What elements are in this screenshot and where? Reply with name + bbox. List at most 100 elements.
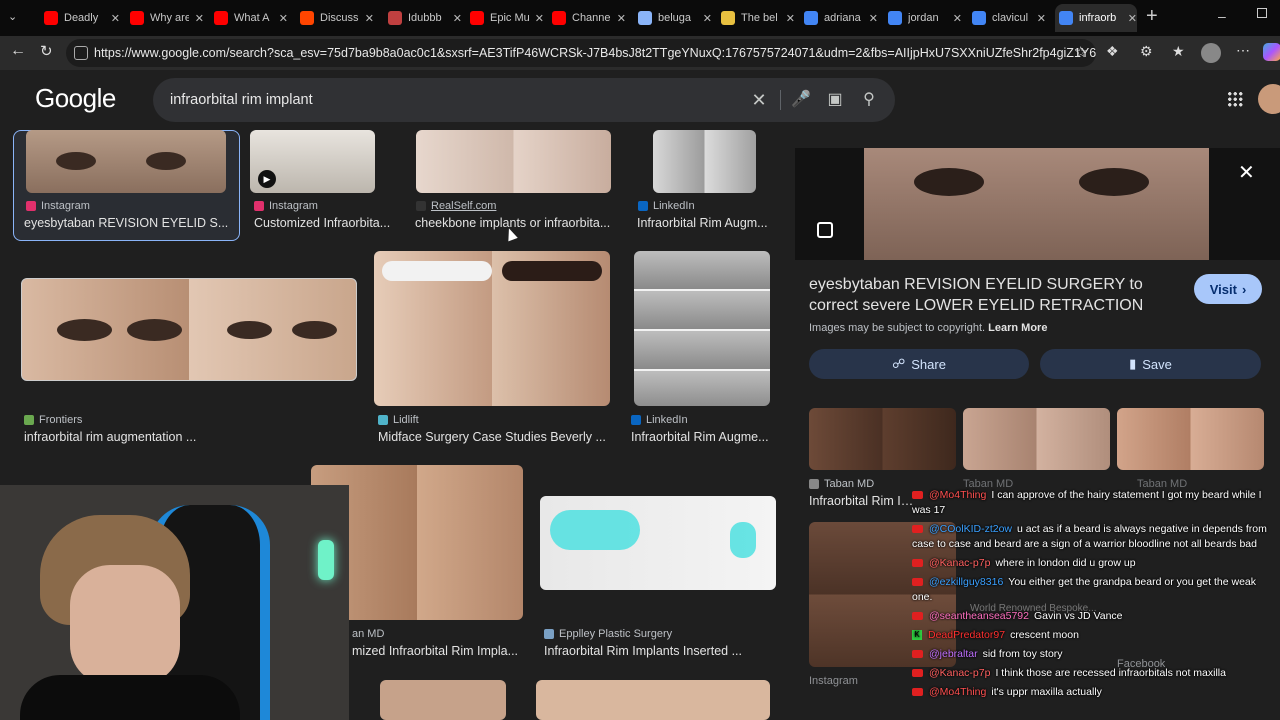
related-image[interactable] <box>1117 408 1264 470</box>
google-logo[interactable]: Google <box>35 83 116 114</box>
live-chat-overlay: @Mo4Thing I can approve of the hairy stat… <box>912 488 1268 720</box>
browser-tab[interactable]: infraorb ✕ <box>1055 4 1137 32</box>
source-favicon-icon <box>378 415 388 425</box>
result-image[interactable] <box>634 251 770 406</box>
account-avatar[interactable] <box>1258 84 1280 114</box>
related-image[interactable] <box>963 408 1110 470</box>
profile-avatar[interactable] <box>1201 43 1221 63</box>
result-image[interactable] <box>380 680 506 720</box>
youtube-icon <box>912 559 923 568</box>
preview-image[interactable] <box>864 148 1209 260</box>
tab-close-icon[interactable]: ✕ <box>953 12 962 25</box>
result-title[interactable]: Infraorbital Rim Augme... <box>631 430 776 444</box>
result-image[interactable] <box>536 680 770 720</box>
address-bar[interactable]: https://www.google.com/search?sca_esv=75… <box>66 39 1096 67</box>
browser-tab[interactable]: Discussi ✕ <box>296 4 374 32</box>
tab-label: Why are <box>150 12 189 24</box>
tab-close-icon[interactable]: ✕ <box>786 12 795 25</box>
result-title[interactable]: infraorbital rim augmentation ... <box>24 430 224 444</box>
browser-tab[interactable]: Epic Mu ✕ <box>466 4 544 32</box>
lens-search-icon[interactable] <box>817 222 833 238</box>
tab-close-icon[interactable]: ✕ <box>703 12 712 25</box>
chat-message: @Kanac-p7p where in london did u grow up <box>912 556 1268 571</box>
tab-close-icon[interactable]: ✕ <box>1128 12 1137 25</box>
tab-search-chevron-icon[interactable]: ⌄ <box>8 10 26 26</box>
lens-camera-icon[interactable]: ▣ <box>825 90 845 110</box>
tab-close-icon[interactable]: ✕ <box>111 12 120 25</box>
bookmark-star-icon[interactable]: ☆ <box>1074 43 1087 61</box>
tab-close-icon[interactable]: ✕ <box>453 12 462 25</box>
apps-grid-icon[interactable] <box>1227 91 1243 107</box>
more-menu-icon[interactable]: ⋯ <box>1236 42 1250 59</box>
related-image[interactable] <box>809 408 956 470</box>
chat-username: @Kanac-p7p <box>929 557 991 569</box>
visit-button[interactable]: Visit › <box>1194 274 1262 304</box>
close-panel-icon[interactable]: ✕ <box>1238 160 1255 185</box>
browser-tab[interactable]: Channe ✕ <box>548 4 626 32</box>
share-button[interactable]: ☍ Share <box>809 349 1029 379</box>
result-image[interactable] <box>374 251 610 406</box>
extensions-icon[interactable]: ❖ <box>1106 43 1119 60</box>
tab-close-icon[interactable]: ✕ <box>1037 12 1046 25</box>
tab-close-icon[interactable]: ✕ <box>279 12 288 25</box>
browser-tab[interactable]: The bel ✕ <box>717 4 795 32</box>
site-info-icon[interactable] <box>74 46 88 60</box>
tab-label: Channe <box>572 12 611 24</box>
browser-tab[interactable]: Why are ✕ <box>126 4 204 32</box>
youtube-icon <box>912 688 923 697</box>
tracking-icon[interactable]: ⚙ <box>1140 43 1153 60</box>
result-image[interactable] <box>21 278 357 381</box>
tab-close-icon[interactable]: ✕ <box>535 12 544 25</box>
chat-username: @ezkillguy8316 <box>929 576 1004 588</box>
microphone-icon[interactable]: 🎤 <box>791 90 811 110</box>
save-button[interactable]: ▮ Save <box>1040 349 1261 379</box>
search-icon[interactable]: ⚲ <box>859 90 879 110</box>
tab-close-icon[interactable]: ✕ <box>195 12 204 25</box>
favorites-icon[interactable]: ★ <box>1172 43 1185 60</box>
copyright-note: Images may be subject to copyright. Lear… <box>809 322 1048 334</box>
result-title[interactable]: Customized Infraorbita... <box>254 216 399 230</box>
browser-tab[interactable]: Deadly ✕ <box>40 4 120 32</box>
restore-icon[interactable] <box>1257 8 1267 18</box>
result-image[interactable]: ▶ <box>250 130 375 193</box>
result-title[interactable]: Midface Surgery Case Studies Beverly ... <box>378 430 613 444</box>
learn-more-link[interactable]: Learn More <box>988 322 1047 334</box>
tab-close-icon[interactable]: ✕ <box>617 12 626 25</box>
clear-search-icon[interactable]: ✕ <box>749 90 769 110</box>
copilot-icon[interactable] <box>1263 43 1280 61</box>
browser-tab[interactable]: Idubbb ✕ <box>384 4 462 32</box>
result-title[interactable]: Infraorbital Rim Augm... <box>637 216 777 230</box>
tab-label: adriana <box>824 12 861 24</box>
result-image[interactable] <box>653 130 756 193</box>
result-image[interactable] <box>416 130 611 193</box>
search-input[interactable] <box>170 78 730 122</box>
panel-title[interactable]: eyesbytaban REVISION EYELID SURGERY to c… <box>809 274 1179 316</box>
browser-tab[interactable]: What A ✕ <box>210 4 288 32</box>
result-title[interactable]: mized Infraorbital Rim Impla... <box>352 644 522 658</box>
browser-tab[interactable]: adriana ✕ <box>800 4 878 32</box>
tab-close-icon[interactable]: ✕ <box>365 12 374 25</box>
search-box[interactable]: ✕ 🎤 ▣ ⚲ <box>153 78 895 122</box>
tab-close-icon[interactable]: ✕ <box>869 12 878 25</box>
result-title[interactable]: eyesbytaban REVISION EYELID S... <box>24 216 234 230</box>
result-image[interactable] <box>26 130 226 193</box>
back-arrow-icon[interactable]: ← <box>10 42 26 60</box>
tab-label: beluga <box>658 12 692 24</box>
browser-tab[interactable]: jordan ✕ <box>884 4 962 32</box>
tab-favicon-icon <box>388 11 402 25</box>
result-title[interactable]: Infraorbital Rim Implants Inserted ... <box>544 644 774 658</box>
source-favicon-icon <box>416 201 426 211</box>
result-source: LinkedIn <box>638 200 695 212</box>
chat-text: it's uppr maxilla actually <box>991 686 1102 698</box>
chat-text: crescent moon <box>1010 629 1079 641</box>
tab-favicon-icon <box>470 11 484 25</box>
browser-tab[interactable]: clavicul ✕ <box>968 4 1046 32</box>
result-source: an MD <box>352 628 385 640</box>
new-tab-plus-icon[interactable]: + <box>1146 5 1158 28</box>
browser-tab[interactable]: beluga ✕ <box>634 4 712 32</box>
reload-icon[interactable]: ↻ <box>40 42 53 60</box>
related-title[interactable]: Infraorbital Rim Impl <box>809 494 919 508</box>
result-image[interactable] <box>540 496 776 590</box>
minimize-icon[interactable]: – <box>1218 8 1226 24</box>
result-title[interactable]: cheekbone implants or infraorbita... <box>415 216 615 230</box>
